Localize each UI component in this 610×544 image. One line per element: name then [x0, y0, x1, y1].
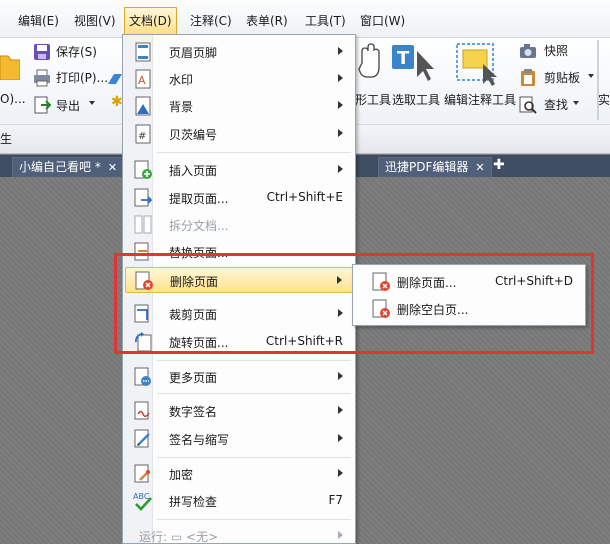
extract-page-icon: [134, 188, 153, 207]
export-dropdown-icon[interactable]: [89, 101, 95, 105]
menu-separator: [157, 393, 351, 394]
clipboard-dropdown-icon[interactable]: [588, 74, 594, 78]
spell-check-icon: ABC: [133, 492, 152, 511]
camera-icon[interactable]: [519, 43, 537, 59]
email-icon[interactable]: [108, 72, 122, 86]
svg-text:ABC: ABC: [133, 492, 150, 501]
menu-item-digital-signature[interactable]: 数字签名: [125, 398, 353, 424]
menu-form[interactable]: 表单(R): [246, 11, 288, 31]
save-icon[interactable]: [33, 43, 51, 61]
menu-bar: 编辑(E) 视图(V) 文档(D) 注释(C) 表单(R) 工具(T) 窗口(W…: [0, 0, 610, 38]
tab-label: 迅捷PDF编辑器: [385, 160, 469, 174]
tab-document-1[interactable]: 小编自己看吧 * ✕: [12, 157, 125, 177]
find-icon[interactable]: [519, 96, 537, 114]
menu-item-more-pages[interactable]: 更多页面: [125, 364, 353, 390]
snapshot-button[interactable]: 快照: [544, 42, 568, 60]
tab-document-2[interactable]: 迅捷PDF编辑器 ✕: [378, 157, 492, 177]
header-footer-icon: [135, 42, 151, 62]
svg-text:A: A: [138, 74, 146, 87]
menu-separator: [157, 360, 351, 361]
save-button[interactable]: 保存(S): [56, 43, 97, 61]
submenu-arrow-icon: [338, 406, 343, 414]
insert-page-icon: [134, 160, 152, 179]
menu-tools[interactable]: 工具(T): [305, 11, 346, 31]
menu-item-spell-check[interactable]: ABC 拼写检查 F7: [125, 488, 353, 514]
menu-item-extract-page[interactable]: 提取页面... Ctrl+Shift+E: [125, 185, 353, 211]
submenu-arrow-icon: [338, 165, 343, 173]
print-icon[interactable]: [33, 69, 51, 87]
more-pages-icon: [134, 367, 151, 386]
open-button-label[interactable]: O)...: [0, 90, 26, 108]
highlight-annotation-box: [114, 253, 594, 354]
menu-document[interactable]: 文档(D): [124, 7, 177, 34]
menu-item-insert-page[interactable]: 插入页面: [125, 157, 353, 183]
ribbon-group-label: 生: [0, 132, 13, 146]
menu-item-sign-initials[interactable]: 签名与缩写: [125, 426, 353, 452]
menu-item-split-document[interactable]: 拆分文档...: [125, 212, 353, 238]
menu-annotate[interactable]: 注释(C): [190, 11, 232, 31]
print-button[interactable]: 打印(P)...: [56, 69, 108, 87]
svg-text:#: #: [138, 131, 146, 142]
export-button[interactable]: 导出: [56, 97, 80, 115]
submenu-arrow-icon: [338, 47, 343, 55]
export-icon[interactable]: [33, 96, 51, 114]
menu-item-background[interactable]: 背景: [125, 93, 353, 119]
menu-view[interactable]: 视图(V): [74, 11, 116, 31]
background-icon: [135, 96, 151, 116]
sign-initials-icon: [134, 429, 150, 448]
menu-window[interactable]: 窗口(W): [360, 11, 405, 31]
new-tab-icon[interactable]: ✚: [493, 157, 505, 173]
menu-edit[interactable]: 编辑(E): [18, 11, 59, 31]
edit-annotation-tool-icon[interactable]: [453, 40, 501, 86]
edit-annotation-tool-button[interactable]: 编辑注释工具: [444, 91, 516, 109]
menu-item-bates-number[interactable]: # 贝茨编号: [125, 121, 353, 147]
menu-separator: [157, 519, 351, 520]
submenu-arrow-icon: [338, 469, 343, 477]
svg-text:T: T: [397, 48, 410, 69]
sparkle-icon: ✱: [111, 94, 123, 110]
open-folder-icon[interactable]: [0, 50, 20, 80]
hand-tool-button[interactable]: 形工具: [355, 91, 391, 109]
submenu-arrow-icon: [338, 531, 343, 539]
ribbon-partial-label[interactable]: 实: [598, 91, 610, 109]
close-icon[interactable]: ✕: [475, 159, 484, 177]
submenu-arrow-icon: [338, 101, 343, 109]
menu-separator: [157, 152, 351, 153]
close-icon[interactable]: ✕: [108, 159, 117, 177]
menu-item-watermark[interactable]: A 水印: [125, 66, 353, 92]
menu-separator: [157, 457, 351, 458]
menu-item-encrypt[interactable]: 加密: [125, 461, 353, 487]
select-tool-button[interactable]: 选取工具: [392, 91, 440, 109]
find-button[interactable]: 查找: [544, 96, 568, 114]
submenu-arrow-icon: [338, 129, 343, 137]
submenu-arrow-icon: [338, 434, 343, 442]
digital-signature-icon: [134, 401, 150, 420]
find-dropdown-icon[interactable]: [573, 101, 579, 105]
select-tool-icon[interactable]: T: [391, 43, 437, 83]
menu-item-run-action[interactable]: 运行: ▭ <无>: [125, 523, 353, 544]
submenu-arrow-icon: [338, 74, 343, 82]
tab-label: 小编自己看吧 *: [19, 160, 101, 174]
encrypt-icon: [134, 464, 150, 483]
hand-tool-icon[interactable]: [357, 43, 383, 79]
clipboard-button[interactable]: 剪贴板: [544, 69, 580, 87]
split-document-icon: [134, 215, 152, 234]
bates-number-icon: #: [135, 124, 151, 144]
watermark-icon: A: [135, 69, 151, 89]
clipboard-icon[interactable]: [519, 68, 537, 86]
menu-item-header-footer[interactable]: 页眉页脚: [125, 39, 353, 65]
submenu-arrow-icon: [338, 372, 343, 380]
